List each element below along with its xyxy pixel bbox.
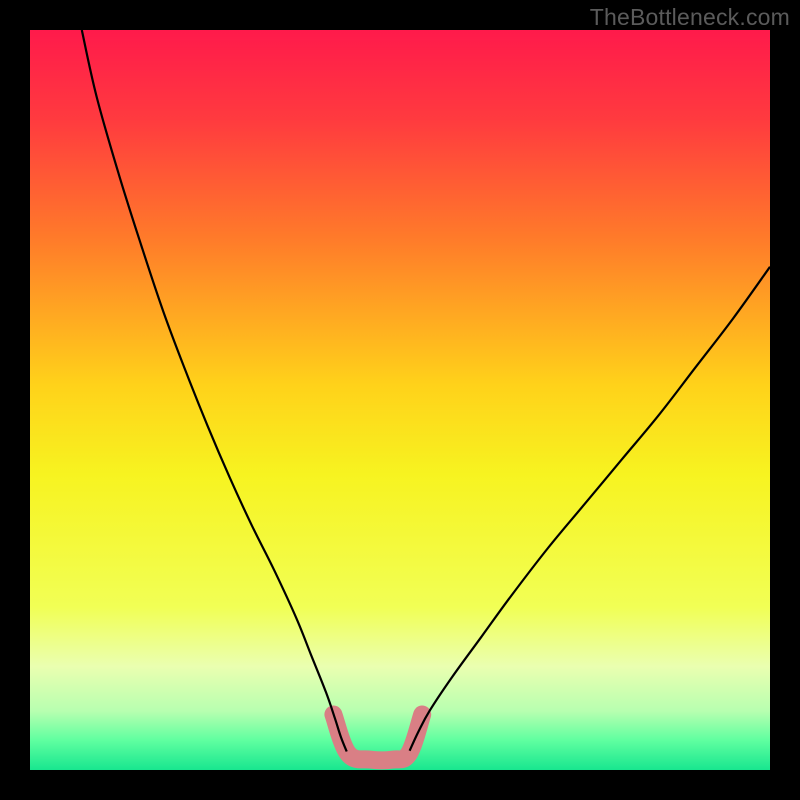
watermark-text: TheBottleneck.com [590, 4, 790, 31]
plot-area [30, 30, 770, 770]
chart-frame: TheBottleneck.com [0, 0, 800, 800]
chart-svg [30, 30, 770, 770]
gradient-background [30, 30, 770, 770]
